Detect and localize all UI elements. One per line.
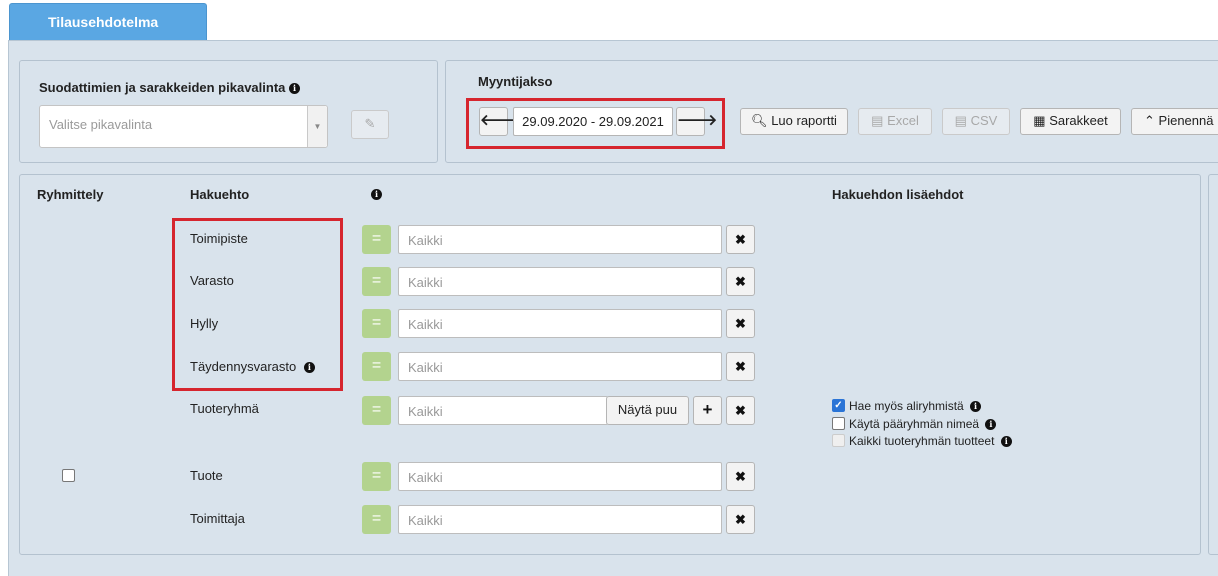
main-group-name-label: Käytä pääryhmän nimeä <box>849 417 980 431</box>
equals-operator-button[interactable]: = <box>362 267 391 296</box>
subgroups-label: Hae myös aliryhmistä <box>849 399 964 413</box>
close-icon: ✖ <box>735 403 746 418</box>
extra-conditions-header: Hakuehdon lisäehdot <box>832 187 964 202</box>
taydennysvarasto-input[interactable]: Kaikki <box>398 352 722 381</box>
edit-icon: ✎ <box>364 116 376 131</box>
close-icon: ✖ <box>735 316 746 331</box>
minimize-label: Pienennä <box>1158 113 1214 128</box>
clear-tuoteryhma-button[interactable]: ✖ <box>726 396 755 425</box>
filter-label-toimittaja: Toimittaja <box>190 511 245 526</box>
main-group-name-checkbox[interactable] <box>832 417 845 430</box>
clear-toimipiste-button[interactable]: ✖ <box>726 225 755 254</box>
tuoteryhma-input[interactable]: Kaikki <box>398 396 608 425</box>
tab-tilausehdotelma[interactable]: Tilausehdotelma <box>9 3 207 41</box>
csv-button[interactable]: ▤ CSV <box>942 108 1010 135</box>
all-group-products-label: Kaikki tuoteryhmän tuotteet <box>849 434 995 448</box>
hylly-input[interactable]: Kaikki <box>398 309 722 338</box>
create-report-label: Luo raportti <box>771 113 837 128</box>
side-panel <box>1208 174 1218 555</box>
table-icon: ▦ <box>1033 113 1046 128</box>
toimipiste-input[interactable]: Kaikki <box>398 225 722 254</box>
clear-varasto-button[interactable]: ✖ <box>726 267 755 296</box>
all-group-products-checkbox[interactable] <box>832 434 845 447</box>
search-icon: 🔍︎ <box>751 113 768 128</box>
clear-taydennysvarasto-button[interactable]: ✖ <box>726 352 755 381</box>
close-icon: ✖ <box>735 359 746 374</box>
period-highlight <box>466 98 725 149</box>
columns-button[interactable]: ▦ Sarakkeet <box>1020 108 1121 135</box>
all-group-products-option: Kaikki tuoteryhmän tuotteet i <box>849 434 1012 448</box>
condition-header: Hakuehto <box>190 187 250 202</box>
show-tree-button[interactable]: Näytä puu <box>606 396 689 425</box>
equals-operator-button[interactable]: = <box>362 352 391 381</box>
excel-button[interactable]: ▤ Excel <box>858 108 932 135</box>
quickselect-title-text: Suodattimien ja sarakkeiden pikavalinta <box>39 80 286 95</box>
quickselect-placeholder: Valitse pikavalinta <box>49 117 153 132</box>
create-report-button[interactable]: 🔍︎ Luo raportti <box>740 108 848 135</box>
equals-operator-button[interactable]: = <box>362 225 391 254</box>
subgroups-option: Hae myös aliryhmistä i <box>849 399 982 413</box>
grouping-header: Ryhmittely <box>37 187 104 202</box>
add-product-group-button[interactable]: + <box>693 396 722 425</box>
clear-hylly-button[interactable]: ✖ <box>726 309 755 338</box>
subgroups-checkbox[interactable]: ✓ <box>832 399 845 412</box>
close-icon: ✖ <box>735 274 746 289</box>
csv-label: CSV <box>970 113 998 128</box>
close-icon: ✖ <box>735 232 746 247</box>
plus-icon: + <box>702 400 713 419</box>
file-icon: ▤ <box>954 113 967 128</box>
period-title: Myyntijakso <box>478 74 553 89</box>
columns-label: Sarakkeet <box>1049 113 1108 128</box>
info-icon[interactable]: i <box>371 189 382 200</box>
filter-label-tuoteryhma: Tuoteryhmä <box>190 401 259 416</box>
quickselect-dropdown[interactable]: Valitse pikavalinta ▼ <box>39 105 328 148</box>
info-icon[interactable]: i <box>970 401 982 412</box>
close-icon: ✖ <box>735 469 746 484</box>
clear-tuote-button[interactable]: ✖ <box>726 462 755 491</box>
main-group-name-option: Käytä pääryhmän nimeä i <box>849 417 997 431</box>
chevron-down-icon: ▼ <box>307 106 327 147</box>
edit-quickselect-button[interactable]: ✎ <box>351 110 389 139</box>
quickselect-title: Suodattimien ja sarakkeiden pikavalinta … <box>39 80 300 95</box>
file-icon: ▤ <box>871 113 884 128</box>
equals-operator-button[interactable]: = <box>362 396 391 425</box>
group-by-product-checkbox[interactable] <box>62 469 75 482</box>
excel-label: Excel <box>887 113 919 128</box>
info-icon[interactable]: i <box>289 83 300 94</box>
equals-operator-button[interactable]: = <box>362 462 391 491</box>
close-icon: ✖ <box>735 512 746 527</box>
filter-labels-highlight <box>172 218 343 391</box>
info-icon[interactable]: i <box>985 419 997 430</box>
equals-operator-button[interactable]: = <box>362 505 391 534</box>
clear-toimittaja-button[interactable]: ✖ <box>726 505 755 534</box>
info-icon[interactable]: i <box>1000 436 1012 447</box>
minimize-button[interactable]: ⌃ Pienennä <box>1131 108 1218 135</box>
chevron-up-icon: ⌃ <box>1144 113 1155 128</box>
filter-label-tuote: Tuote <box>190 468 223 483</box>
tuote-input[interactable]: Kaikki <box>398 462 722 491</box>
equals-operator-button[interactable]: = <box>362 309 391 338</box>
varasto-input[interactable]: Kaikki <box>398 267 722 296</box>
toimittaja-input[interactable]: Kaikki <box>398 505 722 534</box>
